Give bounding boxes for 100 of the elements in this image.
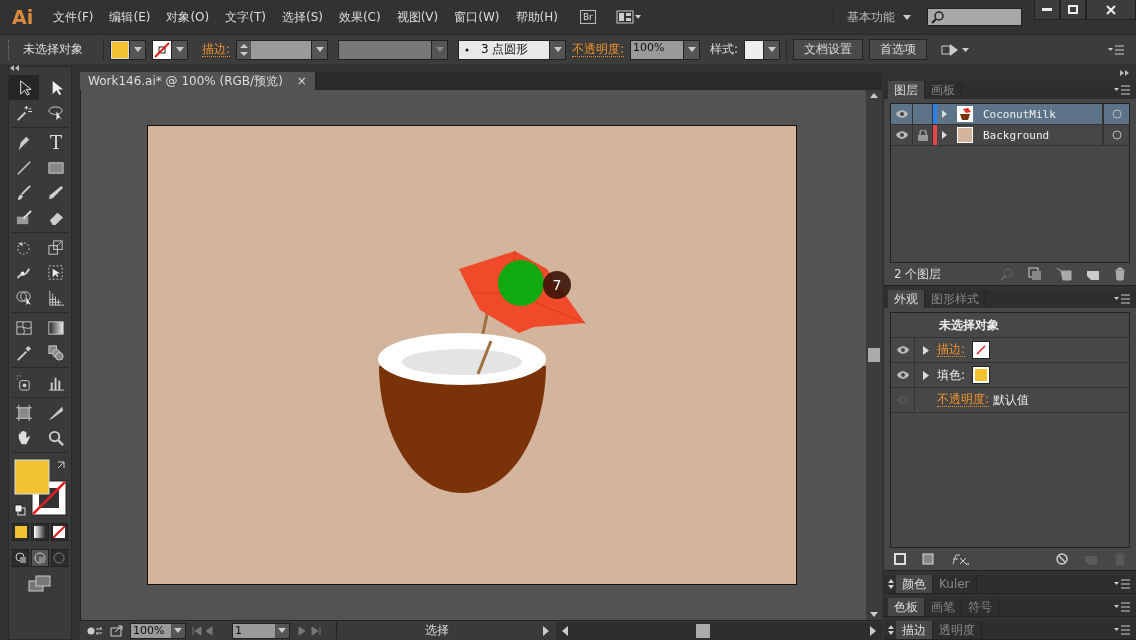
panel-menu-icon[interactable] <box>1114 294 1130 304</box>
gradient-icon[interactable] <box>47 318 65 337</box>
panel-menu-icon[interactable] <box>1114 602 1130 612</box>
scroll-thumb[interactable] <box>696 623 710 638</box>
none-mode-button[interactable] <box>50 523 68 541</box>
visibility-icon[interactable] <box>895 370 910 380</box>
shape-builder-icon[interactable] <box>15 288 33 307</box>
lasso-icon[interactable] <box>47 103 65 122</box>
menu-item[interactable]: 视图(V) <box>388 8 447 26</box>
vertical-scrollbar[interactable] <box>866 90 882 620</box>
line-icon[interactable] <box>15 158 33 177</box>
variable-width-dropdown[interactable] <box>338 39 449 60</box>
opacity-label[interactable]: 不透明度: <box>572 42 625 57</box>
menu-item[interactable]: 文字(T) <box>217 8 274 26</box>
scroll-thumb[interactable] <box>868 348 880 362</box>
panel-tab[interactable]: 符号 <box>962 598 999 616</box>
layer-row[interactable]: CoconutMilk <box>891 104 1129 126</box>
graphic-style-dropdown[interactable] <box>744 39 781 60</box>
status-menu-icon[interactable] <box>542 625 550 636</box>
appearance-attribute[interactable]: 不透明度: <box>937 393 990 407</box>
expand-icon[interactable] <box>923 370 929 380</box>
eyedropper-icon[interactable] <box>15 343 33 362</box>
clipping-mask-icon[interactable] <box>1028 267 1042 282</box>
stroke-label[interactable]: 描边: <box>202 42 231 57</box>
menu-item[interactable]: 帮助(H) <box>507 8 566 26</box>
effects-icon[interactable] <box>950 553 970 565</box>
visibility-icon[interactable] <box>894 109 909 120</box>
settings-icon[interactable] <box>86 624 104 637</box>
close-button[interactable] <box>1086 0 1136 20</box>
pencil-icon[interactable] <box>47 183 65 202</box>
scale-icon[interactable] <box>47 238 65 257</box>
visibility-icon[interactable] <box>894 130 909 141</box>
panel-menu-icon[interactable] <box>1114 625 1130 635</box>
collapse-arrows-icon[interactable] <box>888 625 894 635</box>
zoom-icon[interactable] <box>47 428 65 447</box>
target-icon[interactable] <box>1111 130 1122 141</box>
mesh-icon[interactable] <box>15 318 33 337</box>
maximize-button[interactable] <box>1060 0 1086 20</box>
layer-row[interactable]: Background <box>891 125 1129 147</box>
horizontal-scrollbar[interactable] <box>556 621 882 640</box>
panel-tab[interactable]: 图层 <box>888 81 925 100</box>
appearance-attribute[interactable]: 填色: <box>937 366 966 384</box>
blend-icon[interactable] <box>47 343 65 362</box>
panel-tab[interactable]: Kuler <box>933 575 977 593</box>
draw-normal-button[interactable] <box>12 549 30 567</box>
screen-mode-icon[interactable] <box>28 575 52 593</box>
magic-wand-icon[interactable] <box>15 103 33 122</box>
bridge-button[interactable]: Br <box>579 10 596 24</box>
clear-appearance-icon[interactable] <box>1056 553 1068 565</box>
collapse-arrows-icon[interactable] <box>888 579 894 589</box>
stroke-swatch[interactable] <box>973 342 990 358</box>
panel-tab[interactable]: 外观 <box>888 290 925 308</box>
zoom-field[interactable]: 100% <box>130 622 186 639</box>
collapse-panels-icon[interactable] <box>1120 69 1130 76</box>
search-field[interactable] <box>927 8 1022 26</box>
share-icon[interactable] <box>110 624 124 637</box>
minimize-button[interactable] <box>1034 0 1060 20</box>
document-tab[interactable]: Work146.ai* @ 100% (RGB/预览) × <box>80 72 316 90</box>
brush-dropdown[interactable]: 3 点圆形 <box>458 39 567 60</box>
panel-menu-icon[interactable] <box>1108 44 1124 55</box>
add-stroke-icon[interactable] <box>894 553 906 565</box>
panel-tab[interactable]: 颜色 <box>896 575 933 593</box>
delete-icon[interactable] <box>1114 267 1126 282</box>
target-icon[interactable] <box>1111 109 1122 120</box>
close-tab-button[interactable]: × <box>296 74 307 88</box>
type-tool[interactable]: T <box>41 130 71 155</box>
layer-name[interactable]: Background <box>979 125 1103 146</box>
toolbar-button[interactable]: 首选项 <box>869 39 928 60</box>
blob-brush-icon[interactable] <box>15 208 33 227</box>
gradient-mode-button[interactable] <box>31 523 49 541</box>
appearance-attribute[interactable]: 描边: <box>937 343 966 357</box>
fill-color-dropdown[interactable] <box>110 39 146 60</box>
free-transform-icon[interactable] <box>47 263 65 282</box>
panel-menu-icon[interactable] <box>1114 579 1130 589</box>
menu-item[interactable]: 效果(C) <box>330 8 389 26</box>
toolbar-button[interactable]: 文档设置 <box>793 39 864 60</box>
opacity-field[interactable]: 100% <box>630 39 701 60</box>
panel-tab[interactable]: 透明度 <box>933 621 982 639</box>
menu-item[interactable]: 对象(O) <box>158 8 218 26</box>
expand-icon[interactable] <box>923 345 929 355</box>
lock-icon[interactable] <box>917 129 928 141</box>
add-fill-icon[interactable] <box>922 553 934 565</box>
workspace-switcher[interactable]: 基本功能 <box>832 8 911 26</box>
layer-name[interactable]: CoconutMilk <box>979 104 1103 125</box>
color-mode-button[interactable] <box>12 523 30 541</box>
fill-swatch[interactable] <box>973 367 990 383</box>
visibility-icon[interactable] <box>895 345 910 355</box>
panel-tab[interactable]: 画笔 <box>925 598 962 616</box>
artboard-field[interactable]: 1 <box>232 622 290 639</box>
panel-menu-icon[interactable] <box>1114 85 1130 96</box>
stroke-color-dropdown[interactable] <box>152 39 188 60</box>
menu-item[interactable]: 文件(F) <box>45 8 102 26</box>
perspective-grid-icon[interactable] <box>47 288 65 307</box>
artboard-icon[interactable] <box>15 403 33 422</box>
stroke-weight-field[interactable] <box>236 39 329 60</box>
menu-item[interactable]: 窗口(W) <box>446 8 508 26</box>
panel-tab[interactable]: 描边 <box>896 621 933 639</box>
draw-behind-button[interactable] <box>31 549 49 567</box>
menu-item[interactable]: 编辑(E) <box>101 8 159 26</box>
menu-item[interactable]: 选择(S) <box>273 8 331 26</box>
